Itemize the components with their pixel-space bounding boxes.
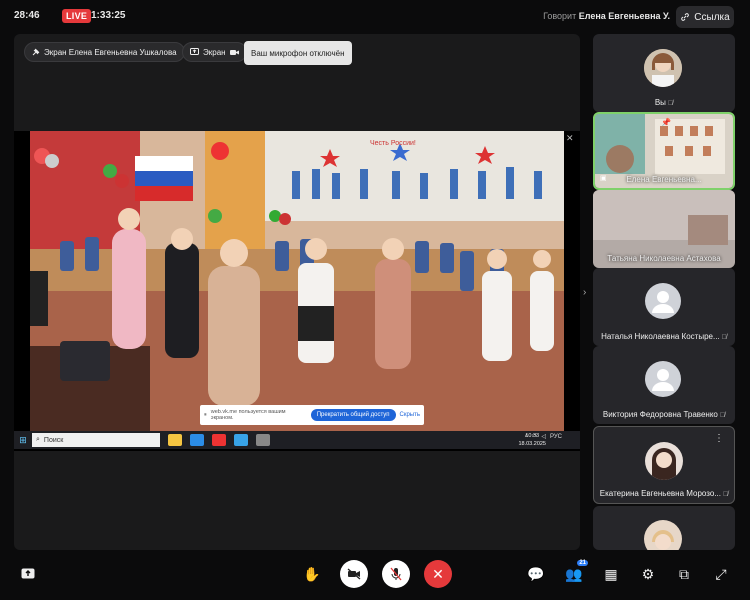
picture-in-picture-button[interactable]: ⧉: [670, 560, 698, 588]
camera-toggle-button[interactable]: [340, 560, 368, 588]
chat-icon: 💬: [527, 565, 545, 582]
windows-start-icon[interactable]: ⊞: [14, 431, 32, 449]
end-call-button[interactable]: ✕: [424, 560, 452, 588]
shared-screen: Честь России! ⏸ web.vk.me пользуется ваш…: [14, 131, 580, 451]
participant-name: Виктория Федоровна Травенко 🎙̸: [593, 410, 735, 419]
taskbar-time: 10:33: [525, 433, 540, 439]
pip-icon: ⧉: [679, 565, 689, 582]
speaker-name: Елена Евгеньевна У.: [578, 11, 670, 21]
stop-sharing-button[interactable]: Прекратить общий доступ: [310, 409, 396, 421]
participant-name-text: Екатерина Евгеньевна Морозо...: [599, 489, 721, 498]
app-icon[interactable]: [234, 434, 248, 446]
participant-name: Татьяна Николаевна Астахова: [607, 254, 721, 263]
gear-icon: ⚙: [641, 565, 655, 582]
screen-share-icon: [190, 48, 199, 55]
fullscreen-button[interactable]: ⤢: [707, 560, 735, 588]
participants-icon: 👥: [565, 565, 583, 582]
participant-tile[interactable]: Вы 🎙̸: [593, 34, 735, 112]
screen-chip[interactable]: Экран: [182, 42, 247, 62]
live-badge: LIVE: [62, 9, 92, 23]
participant-name-text: Наталья Николаевна Костыре...: [601, 332, 720, 341]
screen-share-notice: ⏸ web.vk.me пользуется вашим экраном. Пр…: [200, 405, 424, 425]
media-icon[interactable]: [256, 434, 270, 446]
layout-grid-button[interactable]: ▦: [597, 560, 625, 588]
participants-count-badge: 21: [577, 560, 588, 566]
taskbar-search[interactable]: ⌕ Поиск: [32, 433, 160, 447]
copy-link-label: Ссылка: [694, 11, 730, 23]
camera-off-icon: [347, 568, 361, 580]
share-screen-button[interactable]: [14, 560, 42, 588]
pinned-screen-chip[interactable]: Экран Елена Евгеньевна Ушкалова: [24, 42, 185, 62]
mic-off-icon: 🎙̸: [722, 491, 729, 498]
hide-notice-link[interactable]: Скрыть: [400, 412, 420, 418]
tray-language[interactable]: РУС: [550, 434, 562, 440]
raise-hand-button[interactable]: ✋: [298, 560, 326, 588]
copy-link-button[interactable]: Ссылка: [676, 6, 734, 28]
participant-tile[interactable]: Виктория Федоровна Травенко 🎙̸: [593, 346, 735, 424]
windows-taskbar: ⊞ ⌕ Поиск ˄ ◠ ◁ РУС 10:33 18.03.2025: [14, 431, 580, 449]
participant-name: Вы 🎙̸: [593, 98, 735, 107]
mic-off-icon: 🎙̸: [667, 100, 674, 107]
close-icon[interactable]: ✕: [566, 133, 574, 144]
mic-off-icon: 🎙̸: [721, 334, 727, 341]
participant-tile[interactable]: Татьяна Николаевна Астахова: [593, 190, 735, 268]
active-speaker: Говорит Елена Евгеньевна У.: [543, 11, 670, 21]
fullscreen-icon: ⤢: [715, 565, 727, 582]
control-bar: ✋ ✕ 💬 👥 21 ▦ ⚙ ⧉ ⤢: [0, 556, 750, 600]
hand-icon: ✋: [303, 565, 321, 582]
chevron-right-icon[interactable]: ›: [583, 287, 586, 298]
mic-toggle-button[interactable]: [382, 560, 410, 588]
participant-tile[interactable]: Наталья Николаевна Костыре... 🎙̸: [593, 268, 735, 346]
taskbar-clock[interactable]: 10:33 18.03.2025: [518, 432, 546, 448]
speaker-prefix: Говорит: [543, 11, 577, 21]
participant-name: Наталья Николаевна Костыре... 🎙̸: [593, 332, 735, 341]
avatar: [644, 49, 682, 87]
close-icon: ✕: [432, 565, 444, 582]
user-icon: [652, 291, 674, 313]
shared-screen-image: Честь России! ⏸ web.vk.me пользуется ваш…: [30, 131, 564, 431]
participants-button[interactable]: 👥 21: [560, 560, 588, 588]
participant-tile[interactable]: ⋮ Екатерина Евгеньевна Морозо... 🎙̸: [593, 426, 735, 504]
grid-icon: ▦: [604, 565, 618, 582]
call-duration: 1:33:25: [91, 10, 126, 21]
avatar: [645, 361, 681, 397]
camera-icon: [229, 49, 239, 55]
link-icon: [681, 13, 690, 21]
share-message: web.vk.me пользуется вашим экраном.: [210, 409, 286, 421]
edge-icon[interactable]: [190, 434, 204, 446]
main-stage: Экран Елена Евгеньевна Ушкалова Экран Ва…: [14, 34, 580, 550]
mic-muted-toast: Ваш микрофон отключён: [244, 41, 352, 65]
mic-off-icon: [390, 567, 402, 581]
chat-button[interactable]: 💬: [522, 560, 550, 588]
browser-icon[interactable]: [212, 434, 226, 446]
search-icon: ⌕: [36, 436, 40, 443]
participant-name-text: Вы: [654, 98, 666, 107]
avatar: [645, 442, 683, 480]
pin-icon: [32, 48, 40, 56]
classroom-scene: Честь России!: [30, 131, 564, 431]
avatar: [645, 283, 681, 319]
clock: 28:46: [14, 10, 40, 21]
participant-name: Екатерина Евгеньевна Морозо... 🎙̸: [594, 489, 734, 498]
user-icon: [652, 369, 674, 391]
taskbar-search-label: Поиск: [43, 436, 64, 444]
pause-icon: ⏸: [204, 411, 207, 418]
top-bar: 28:46 LIVE 1:33:25 Говорит Елена Евгенье…: [0, 0, 750, 32]
participant-name: Елена Евгеньевна...: [626, 175, 702, 184]
avatar: [644, 520, 682, 550]
pinned-screen-label: Экран Елена Евгеньевна Ушкалова: [44, 47, 177, 57]
more-options-icon[interactable]: ⋮: [714, 433, 724, 444]
mic-off-icon: 🎙̸: [719, 412, 726, 419]
screen-share-icon: [21, 568, 35, 579]
taskbar-date: 18.03.2025: [518, 441, 546, 447]
participant-tile-partial[interactable]: [593, 506, 735, 550]
pin-icon[interactable]: 📌: [661, 118, 671, 127]
poster-text: Честь России!: [370, 140, 416, 147]
explorer-icon[interactable]: [168, 434, 182, 446]
screen-chip-label: Экран: [203, 47, 226, 57]
settings-button[interactable]: ⚙: [634, 560, 662, 588]
participant-name-text: Виктория Федоровна Травенко: [602, 410, 718, 419]
participant-tile-active[interactable]: 📌 ▣ Елена Евгеньевна...: [593, 112, 735, 190]
